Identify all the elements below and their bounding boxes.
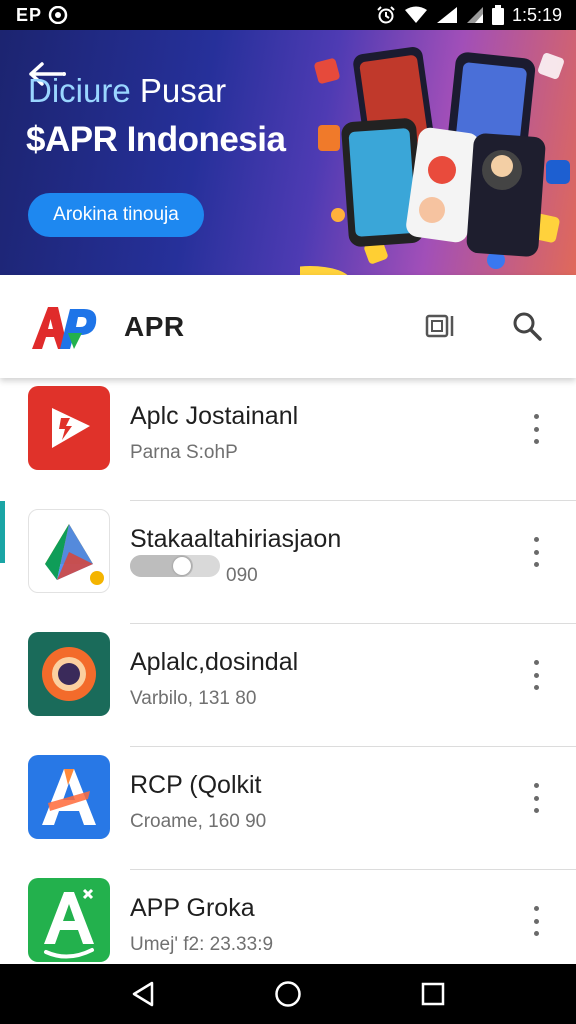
banner-subtitle: $APR Indonesia: [26, 120, 286, 159]
green-a-app-icon: [28, 878, 110, 962]
list-item[interactable]: APP Groka Umej' f2: 23.33:9: [0, 870, 576, 964]
notification-icon: [48, 6, 68, 24]
battery-icon: [491, 5, 504, 25]
status-right: 1:5:19: [376, 5, 562, 26]
apr-logo-icon: [32, 307, 97, 349]
progress-knob: [173, 557, 191, 575]
camera-app-icon: [28, 632, 110, 716]
back-nav-icon[interactable]: [123, 974, 163, 1014]
app-meta: Varbilo, 131 80: [130, 688, 257, 709]
promo-banner[interactable]: Diciure Pusar $APR Indonesia Arokina tin…: [0, 30, 576, 275]
app-name: RCP (Qolkit: [130, 771, 262, 799]
app-title: APR: [124, 311, 185, 342]
banner-cta-button[interactable]: Arokina tinouja: [28, 193, 204, 237]
app-name: Aplc Jostainanl: [130, 402, 299, 430]
app-name: Stakaaltahiriasjaon: [130, 525, 342, 553]
banner-title: Diciure Pusar: [28, 72, 226, 110]
navigation-bar: [0, 964, 576, 1024]
list-item[interactable]: Aplc Jostainanl Parna S:ohP: [0, 378, 576, 501]
status-time: 1:5:19: [511, 4, 562, 25]
phones-illustration: [300, 47, 570, 275]
app-name: APP Groka: [130, 894, 255, 922]
list-item[interactable]: Stakaaltahiriasjaon 090: [0, 501, 576, 624]
signal-2-icon: [466, 7, 483, 23]
a-letter-app-icon: [28, 755, 110, 839]
more-options-icon[interactable]: [524, 906, 548, 936]
search-icon[interactable]: [510, 309, 544, 343]
app-name: Aplalc,dosindal: [130, 648, 299, 676]
video-app-icon: [28, 386, 110, 470]
signal-icon: [436, 7, 457, 23]
drive-app-icon: [28, 509, 110, 593]
status-left-text: EP: [16, 4, 43, 25]
download-progress-bar: [130, 555, 220, 577]
app-toolbar: APR: [0, 275, 576, 378]
more-options-icon[interactable]: [524, 660, 548, 690]
alarm-icon: [377, 6, 395, 24]
banner-title-rest: Pusar: [139, 72, 227, 109]
wifi-icon: [404, 6, 427, 23]
more-options-icon[interactable]: [524, 537, 548, 567]
app-meta: Croame, 160 90: [130, 811, 267, 832]
list-item[interactable]: RCP (Qolkit Croame, 160 90: [0, 747, 576, 870]
app-list: Aplc Jostainanl Parna S:ohP Stakaaltahir…: [0, 378, 576, 964]
app-meta: Umej' f2: 23.33:9: [130, 934, 274, 955]
app-meta: 090: [226, 565, 258, 586]
list-item[interactable]: Aplalc,dosindal Varbilo, 131 80: [0, 624, 576, 747]
recents-nav-icon[interactable]: [413, 974, 453, 1014]
status-left: EP: [16, 5, 68, 26]
status-bar: EP 1:5:19: [0, 0, 576, 30]
more-options-icon[interactable]: [524, 783, 548, 813]
more-options-icon[interactable]: [524, 414, 548, 444]
app-meta: Parna S:ohP: [130, 442, 238, 463]
banner-title-accent: Diciure: [28, 72, 131, 109]
cast-icon[interactable]: [424, 309, 458, 343]
home-nav-icon[interactable]: [268, 974, 308, 1014]
